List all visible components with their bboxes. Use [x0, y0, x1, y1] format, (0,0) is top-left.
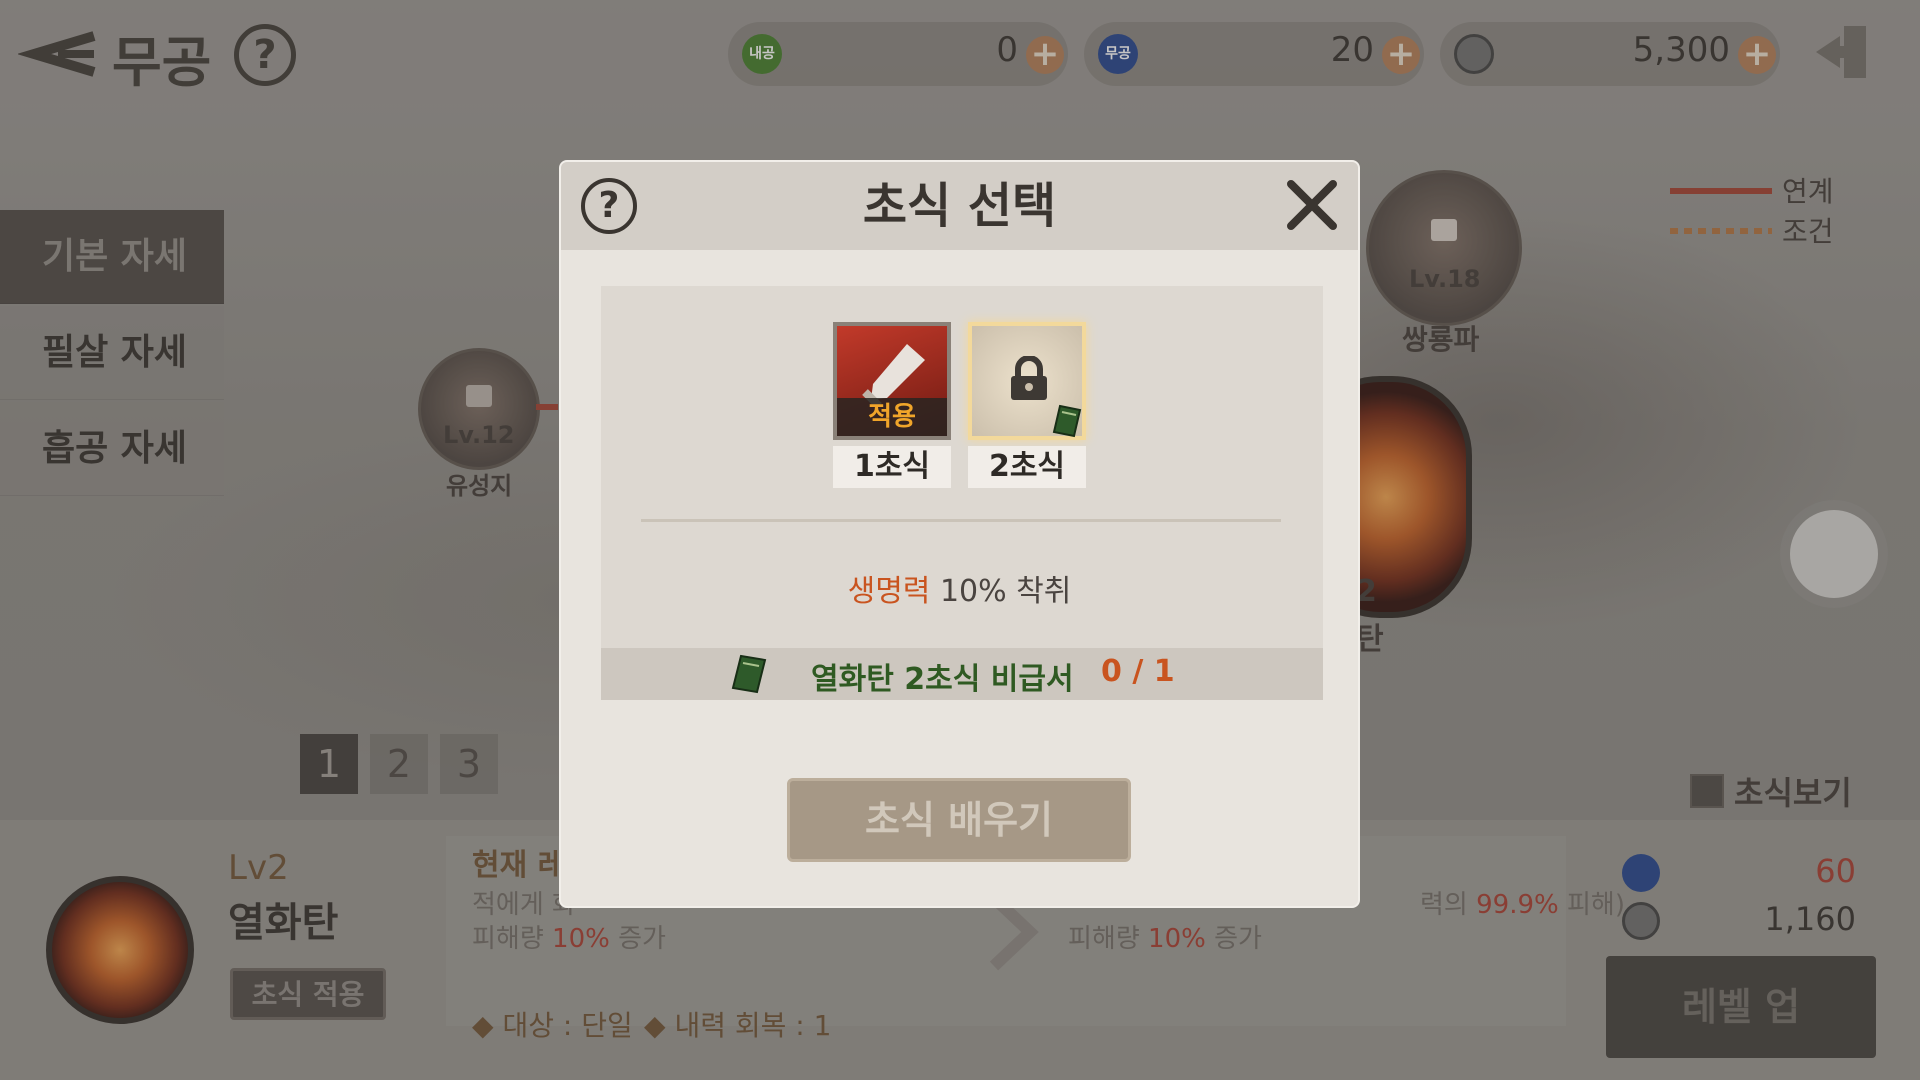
- divider: [641, 519, 1281, 522]
- form-slot-2[interactable]: [968, 322, 1086, 440]
- applied-badge: 적용: [837, 398, 947, 436]
- required-book-row: 열화탄 2초식 비급서 0 / 1: [601, 648, 1323, 700]
- book-icon: [731, 654, 767, 694]
- form-slot-1[interactable]: 적용: [833, 322, 951, 440]
- book-name: 열화탄 2초식 비급서: [811, 662, 1074, 697]
- form-effect-text: 생명력 10% 착취: [847, 574, 1072, 609]
- dialog-title: 초식 선택: [862, 178, 1057, 234]
- close-icon[interactable]: [1283, 176, 1341, 234]
- form-select-dialog: ? 초식 선택 적용 1초식 2초식 생명력 10% 착취 열화탄 2초식 비급…: [561, 162, 1358, 906]
- book-count: 0 / 1: [1101, 654, 1175, 689]
- book-icon: [1052, 404, 1082, 438]
- learn-form-button[interactable]: 초식 배우기: [787, 778, 1131, 862]
- form-slot-1-label: 1초식: [833, 446, 951, 488]
- form-slot-2-label: 2초식: [968, 446, 1086, 488]
- form-card: [601, 286, 1323, 700]
- lock-icon: [1011, 356, 1047, 400]
